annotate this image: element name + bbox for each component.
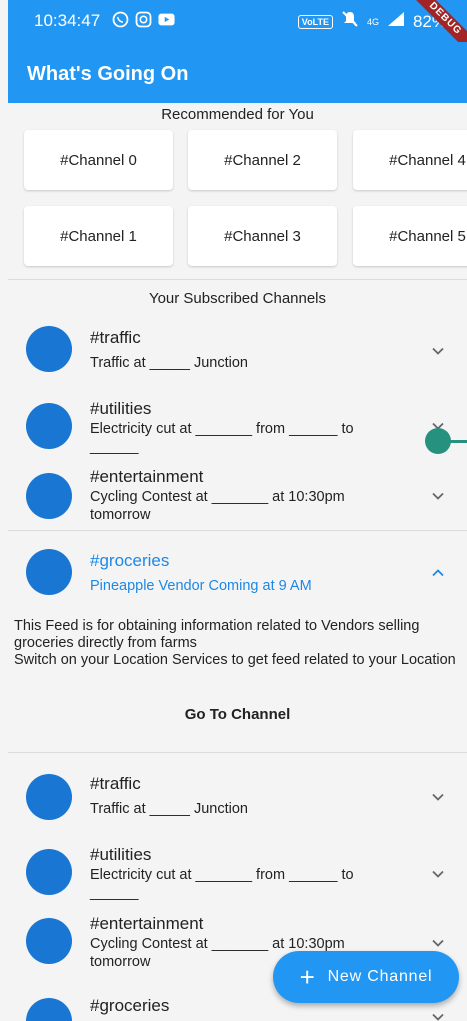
avatar bbox=[26, 326, 72, 372]
channel-row[interactable]: #utilities Electricity cut at _______ fr… bbox=[8, 843, 467, 913]
chevron-down-icon[interactable] bbox=[431, 1010, 445, 1021]
app-bar: What's Going On bbox=[8, 42, 467, 103]
channel-description: Traffic at _____ Junction bbox=[90, 801, 248, 817]
youtube-icon bbox=[158, 11, 175, 28]
app-title: What's Going On bbox=[27, 63, 189, 85]
chevron-down-icon[interactable] bbox=[431, 489, 445, 503]
channel-description: Electricity cut at _______ from ______ t… bbox=[90, 867, 354, 901]
subscribed-title: Your Subscribed Channels bbox=[148, 290, 327, 307]
channel-chip[interactable]: #Channel 5 bbox=[353, 206, 467, 266]
avatar bbox=[26, 473, 72, 519]
network-type: 4G bbox=[366, 16, 379, 27]
status-time: 10:34:47 bbox=[34, 11, 101, 30]
channel-name: #entertainment bbox=[90, 467, 204, 486]
drag-line bbox=[448, 440, 467, 443]
status-bar: 10:34:47 VoLTE 4G 82% DEBUG bbox=[8, 0, 467, 60]
chevron-down-icon[interactable] bbox=[431, 344, 445, 358]
whatsapp-icon bbox=[112, 11, 129, 28]
channel-name: #utilities bbox=[90, 845, 152, 864]
notification-icons bbox=[112, 11, 175, 28]
expanded-description: This Feed is for obtaining information r… bbox=[14, 618, 456, 668]
avatar bbox=[26, 849, 72, 895]
channel-description: Cycling Contest at _______ at 10:30pm to… bbox=[90, 489, 345, 523]
go-to-channel-button[interactable]: Go To Channel bbox=[8, 706, 467, 723]
channel-chip[interactable]: #Channel 1 bbox=[24, 206, 173, 266]
channel-chip[interactable]: #Channel 2 bbox=[188, 130, 337, 190]
signal-icon bbox=[387, 11, 405, 32]
chevron-up-icon[interactable] bbox=[431, 566, 445, 580]
channel-chip[interactable]: #Channel 0 bbox=[24, 130, 173, 190]
fab-label: New Channel bbox=[327, 968, 433, 985]
chevron-down-icon[interactable] bbox=[431, 790, 445, 804]
channel-row-expanded[interactable]: #groceries Pineapple Vendor Coming at 9 … bbox=[8, 545, 467, 615]
avatar bbox=[26, 549, 72, 595]
channel-description: Electricity cut at _______ from ______ t… bbox=[90, 421, 354, 455]
channel-name: #traffic bbox=[90, 328, 141, 347]
channel-chip[interactable]: #Channel 4 bbox=[353, 130, 467, 190]
avatar bbox=[26, 998, 72, 1021]
channel-row[interactable]: #utilities Electricity cut at _______ fr… bbox=[8, 397, 467, 467]
channel-name: #groceries bbox=[90, 996, 170, 1015]
channel-name: #entertainment bbox=[90, 914, 204, 933]
recommended-title: Recommended for You bbox=[161, 106, 314, 123]
channel-name: #groceries bbox=[90, 551, 170, 570]
new-channel-button[interactable]: + New Channel bbox=[273, 951, 459, 1003]
channel-description: Pineapple Vendor Coming at 9 AM bbox=[90, 578, 312, 594]
status-right: VoLTE 4G 82% bbox=[297, 10, 447, 33]
channel-chip[interactable]: #Channel 3 bbox=[188, 206, 337, 266]
volte-badge: VoLTE bbox=[297, 14, 333, 29]
avatar bbox=[26, 774, 72, 820]
divider bbox=[8, 530, 467, 531]
plus-icon: + bbox=[299, 962, 316, 992]
chevron-down-icon[interactable] bbox=[431, 936, 445, 950]
channel-name: #utilities bbox=[90, 399, 152, 418]
channel-row[interactable]: #traffic Traffic at _____ Junction bbox=[8, 320, 467, 390]
channel-row[interactable]: #entertainment Cycling Contest at ______… bbox=[8, 465, 467, 535]
avatar bbox=[26, 918, 72, 964]
section-divider bbox=[8, 279, 467, 280]
app-frame: 10:34:47 VoLTE 4G 82% DEBUG What's Going… bbox=[8, 0, 467, 1021]
channel-name: #traffic bbox=[90, 774, 141, 793]
channel-row[interactable]: #traffic Traffic at _____ Junction bbox=[8, 768, 467, 838]
mute-icon bbox=[341, 10, 359, 33]
divider bbox=[8, 752, 467, 753]
chevron-down-icon[interactable] bbox=[431, 867, 445, 881]
instagram-icon bbox=[135, 11, 152, 28]
avatar bbox=[26, 403, 72, 449]
channel-description: Traffic at _____ Junction bbox=[90, 355, 248, 371]
